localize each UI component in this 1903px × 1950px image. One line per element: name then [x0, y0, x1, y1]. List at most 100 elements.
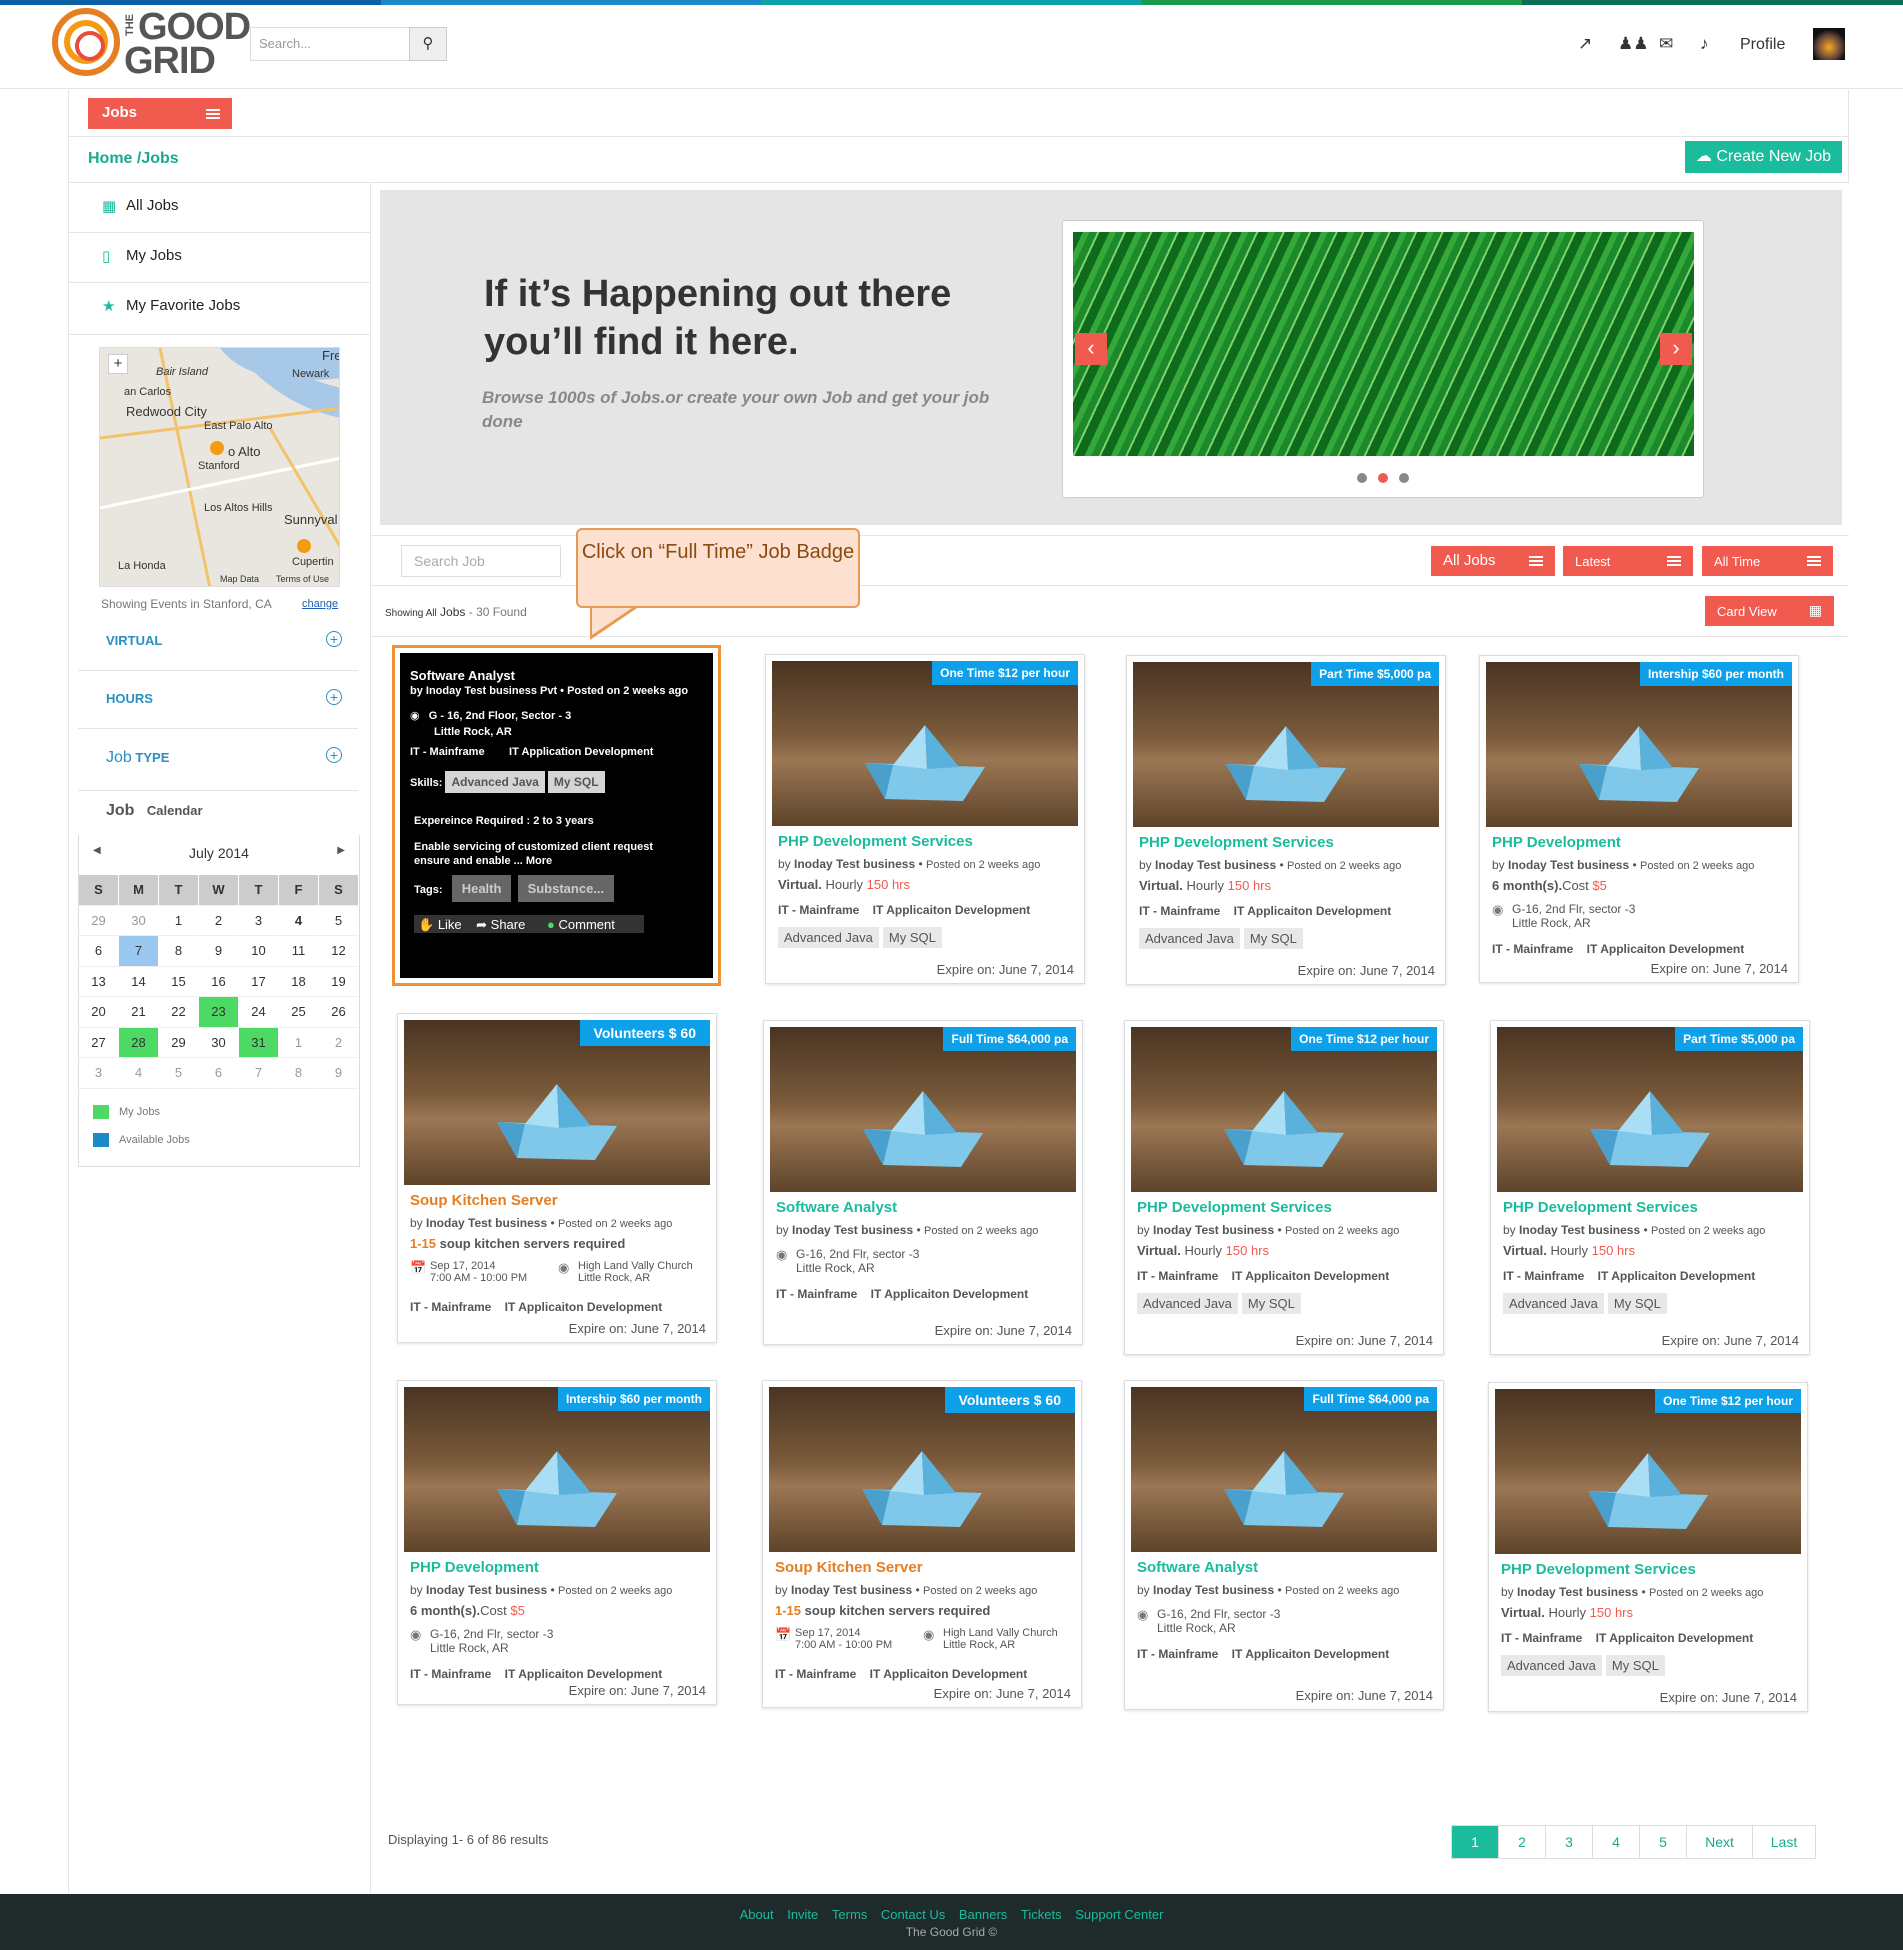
all-jobs-filter[interactable]: All Jobs	[1431, 546, 1555, 576]
footer-link-support[interactable]: Support Center	[1075, 1907, 1163, 1922]
skill-tag[interactable]: My SQL	[1607, 1293, 1667, 1314]
calendar-day[interactable]: 22	[159, 997, 199, 1028]
skill-tag[interactable]: My SQL	[1605, 1655, 1665, 1676]
create-new-job-button[interactable]: ☁ Create New Job	[1685, 141, 1842, 173]
calendar-day[interactable]: 2	[319, 1027, 359, 1058]
page-5[interactable]: 5	[1640, 1826, 1687, 1858]
skill-tag[interactable]: Advanced Java	[778, 927, 879, 948]
calendar-day[interactable]: 20	[79, 997, 119, 1028]
calendar-day[interactable]: 16	[199, 966, 239, 997]
footer-link-about[interactable]: About	[740, 1907, 774, 1922]
breadcrumb[interactable]: Home /Jobs	[88, 150, 179, 168]
calendar-day[interactable]: 4	[119, 1058, 159, 1089]
job-type-badge[interactable]: One Time $12 per hour	[1655, 1389, 1801, 1413]
calendar-day[interactable]: 21	[119, 997, 159, 1028]
job-type-badge[interactable]: One Time $12 per hour	[1291, 1027, 1437, 1051]
calendar-day[interactable]: 7	[119, 936, 159, 967]
calendar-day[interactable]: 17	[239, 966, 279, 997]
avatar[interactable]	[1813, 28, 1845, 60]
calendar-day[interactable]: 6	[79, 936, 119, 967]
calendar-day[interactable]: 28	[119, 1027, 159, 1058]
map-terms-link[interactable]: Terms of Use	[276, 574, 329, 584]
page-3[interactable]: 3	[1546, 1826, 1593, 1858]
job-title[interactable]: PHP Development	[410, 1559, 539, 1576]
calendar-day[interactable]: 26	[319, 997, 359, 1028]
slider-next-icon[interactable]: ›	[1660, 333, 1692, 365]
calendar-day[interactable]: 13	[79, 966, 119, 997]
calendar-day[interactable]: 24	[239, 997, 279, 1028]
job-card[interactable]: Part Time $5,000 pa PHP Development Servi…	[1126, 655, 1446, 985]
job-card-expanded[interactable]: Software Analyst by Inoday Test business…	[392, 645, 721, 986]
calendar-day[interactable]: 31	[239, 1027, 279, 1058]
footer-link-invite[interactable]: Invite	[787, 1907, 818, 1922]
job-type-badge[interactable]: Full Time $64,000 pa	[1304, 1387, 1437, 1411]
calendar-day[interactable]: 1	[279, 1027, 319, 1058]
bell-icon[interactable]: ♪	[1700, 34, 1709, 54]
footer-link-tickets[interactable]: Tickets	[1021, 1907, 1062, 1922]
calendar-day[interactable]: 29	[79, 905, 119, 936]
calendar-day[interactable]: 18	[279, 966, 319, 997]
calendar-day[interactable]: 4	[279, 905, 319, 936]
next-page-button[interactable]: Next	[1687, 1826, 1753, 1858]
job-card[interactable]: Full Time $64,000 pa Software Analyst by I…	[763, 1020, 1083, 1345]
slider-dot-active[interactable]	[1378, 473, 1388, 483]
search-input[interactable]: Search...	[250, 27, 410, 61]
filter-job-type[interactable]: Job TYPE +	[78, 729, 358, 791]
job-title[interactable]: Software Analyst	[1137, 1559, 1258, 1576]
calendar-day[interactable]: 7	[239, 1058, 279, 1089]
job-card[interactable]: One Time $12 per hour PHP Development Ser…	[1488, 1382, 1808, 1712]
calendar-day[interactable]: 15	[159, 966, 199, 997]
skill-tag[interactable]: My SQL	[547, 771, 605, 793]
tag-button[interactable]: Substance...	[517, 875, 615, 902]
job-title[interactable]: PHP Development Services	[1503, 1199, 1698, 1216]
skill-tag[interactable]: My SQL	[1243, 928, 1303, 949]
job-card[interactable]: Intership $60 per month PHP Development by…	[1479, 655, 1799, 983]
job-card[interactable]: Part Time $5,000 pa PHP Development Servi…	[1490, 1020, 1810, 1355]
job-title[interactable]: Soup Kitchen Server	[775, 1559, 923, 1576]
page-2[interactable]: 2	[1499, 1826, 1546, 1858]
job-type-badge[interactable]: Volunteers $ 60	[579, 1020, 710, 1046]
job-card[interactable]: Full Time $64,000 pa Software Analyst by I…	[1124, 1380, 1444, 1710]
map[interactable]: + Bair Island Newark an Carlos Redwood C…	[99, 347, 340, 587]
profile-link[interactable]: Profile	[1740, 36, 1785, 54]
job-type-badge[interactable]: Volunteers $ 60	[944, 1387, 1075, 1413]
job-type-badge[interactable]: One Time $12 per hour	[932, 661, 1078, 685]
job-title[interactable]: PHP Development Services	[1139, 834, 1334, 851]
calendar-day[interactable]: 3	[239, 905, 279, 936]
job-type-badge[interactable]: Part Time $5,000 pa	[1675, 1027, 1803, 1051]
mail-icon[interactable]: ✉	[1659, 34, 1673, 54]
calendar-day[interactable]: 10	[239, 936, 279, 967]
job-type-badge[interactable]: Part Time $5,000 pa	[1311, 662, 1439, 686]
calendar-day[interactable]: 30	[199, 1027, 239, 1058]
calendar-day[interactable]: 6	[199, 1058, 239, 1089]
job-card[interactable]: Volunteers $ 60 Soup Kitchen Server by Ino…	[397, 1013, 717, 1343]
external-link-icon[interactable]: ↗	[1578, 34, 1592, 54]
calendar-day[interactable]: 8	[279, 1058, 319, 1089]
job-description-more[interactable]: ensure and enable ... More	[414, 855, 552, 867]
job-title[interactable]: Soup Kitchen Server	[410, 1192, 558, 1209]
search-job-input[interactable]: Search Job	[401, 545, 561, 577]
calendar-day[interactable]: 5	[159, 1058, 199, 1089]
footer-link-banners[interactable]: Banners	[959, 1907, 1007, 1922]
job-title[interactable]: Software Analyst	[410, 668, 515, 683]
page-4[interactable]: 4	[1593, 1826, 1640, 1858]
job-title[interactable]: PHP Development Services	[1501, 1561, 1696, 1578]
job-type-badge[interactable]: Full Time $64,000 pa	[943, 1027, 1076, 1051]
footer-link-terms[interactable]: Terms	[832, 1907, 867, 1922]
share-button[interactable]: ➦ Share	[476, 917, 525, 932]
calendar-day[interactable]: 9	[199, 936, 239, 967]
skill-tag[interactable]: Advanced Java	[1139, 928, 1240, 949]
calendar-day[interactable]: 5	[319, 905, 359, 936]
calendar-day[interactable]: 9	[319, 1058, 359, 1089]
job-type-badge[interactable]: Intership $60 per month	[1639, 662, 1792, 686]
all-time-filter[interactable]: All Time	[1702, 546, 1833, 576]
page-1[interactable]: 1	[1452, 1826, 1499, 1858]
job-card[interactable]: One Time $12 per hour PHP Development Ser…	[765, 654, 1085, 984]
filter-virtual[interactable]: VIRTUAL +	[78, 613, 358, 671]
calendar-day[interactable]: 25	[279, 997, 319, 1028]
calendar-day[interactable]: 19	[319, 966, 359, 997]
comment-button[interactable]: ● Comment	[547, 917, 615, 932]
calendar-day[interactable]: 27	[79, 1027, 119, 1058]
calendar-day[interactable]: 1	[159, 905, 199, 936]
calendar-day[interactable]: 29	[159, 1027, 199, 1058]
